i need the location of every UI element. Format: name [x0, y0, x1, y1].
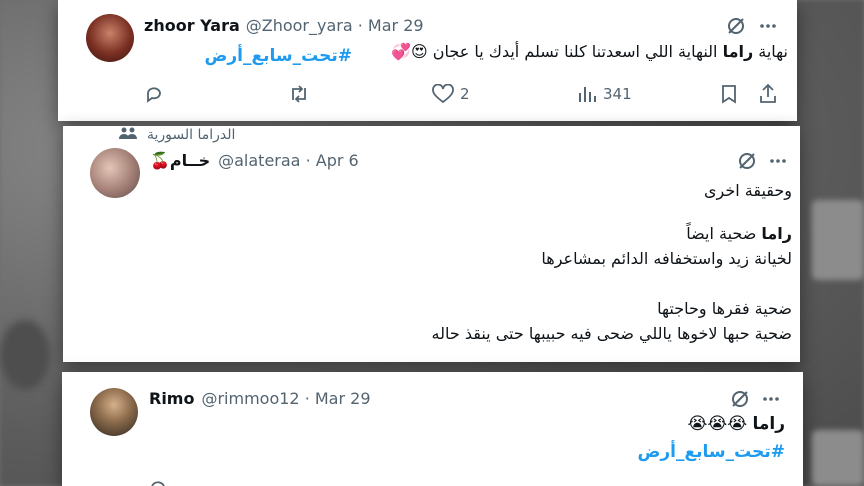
- share-button[interactable]: [758, 84, 778, 104]
- display-name[interactable]: Rimo: [149, 389, 194, 408]
- tweet-text: وحقيقة اخرى راما ضحية ايضاً لخيانة زيد و…: [112, 178, 792, 346]
- tweet-text: راما 😭😭😭: [687, 414, 785, 434]
- community-icon: [119, 126, 137, 144]
- tweet-card-2[interactable]: الدراما السورية خــام🍒 @alateraa · Apr 6…: [63, 126, 800, 362]
- display-name[interactable]: خــام🍒: [150, 151, 210, 170]
- tweet-card-1[interactable]: zhoor Yara @Zhoor_yara · Mar 29 نهاية را…: [58, 0, 797, 121]
- display-name[interactable]: zhoor Yara: [144, 16, 240, 35]
- bookmark-button[interactable]: [720, 84, 738, 104]
- community-label[interactable]: الدراما السورية: [119, 126, 235, 144]
- text-line: لخيانة زيد واستخفافه الدائم بمشاعرها: [541, 249, 792, 268]
- background-decoration: [0, 320, 50, 390]
- background-decoration: [812, 200, 864, 280]
- grok-icon[interactable]: [737, 151, 757, 171]
- background-decoration: [812, 430, 864, 486]
- like-count: 2: [460, 85, 470, 103]
- more-options-icon[interactable]: [768, 151, 788, 171]
- text-line: وحقيقة اخرى: [704, 181, 792, 200]
- handle-date[interactable]: @rimmoo12 · Mar 29: [201, 389, 370, 408]
- reply-button[interactable]: [148, 478, 168, 486]
- text-line: ضحية فقرها وحاجتها: [657, 299, 792, 318]
- grok-icon[interactable]: [726, 16, 746, 36]
- tweet-card-3[interactable]: Rimo @rimmoo12 · Mar 29 راما 😭😭😭 #تحت_سا…: [62, 372, 803, 486]
- text-line: راما ضحية ايضاً: [686, 224, 792, 243]
- more-options-icon[interactable]: [758, 16, 778, 36]
- avatar[interactable]: [86, 14, 134, 62]
- avatar[interactable]: [90, 388, 138, 436]
- grok-icon[interactable]: [730, 389, 750, 409]
- community-name[interactable]: الدراما السورية: [147, 127, 235, 143]
- like-button[interactable]: 2: [432, 84, 470, 104]
- handle-date[interactable]: @alateraa · Apr 6: [218, 151, 359, 170]
- views-button[interactable]: 341: [577, 84, 632, 104]
- view-count: 341: [603, 85, 632, 103]
- retweet-button[interactable]: [288, 84, 310, 104]
- reply-button[interactable]: [144, 84, 164, 104]
- hashtag-link[interactable]: #تحت_سابع_أرض: [205, 46, 352, 66]
- hashtag-link[interactable]: #تحت_سابع_أرض: [638, 442, 785, 462]
- text-line: ضحية حبها لاخوها ياللي ضحى فيه حبيبها حت…: [431, 324, 792, 343]
- more-options-icon[interactable]: [761, 389, 781, 409]
- handle-date[interactable]: @Zhoor_yara · Mar 29: [246, 16, 424, 35]
